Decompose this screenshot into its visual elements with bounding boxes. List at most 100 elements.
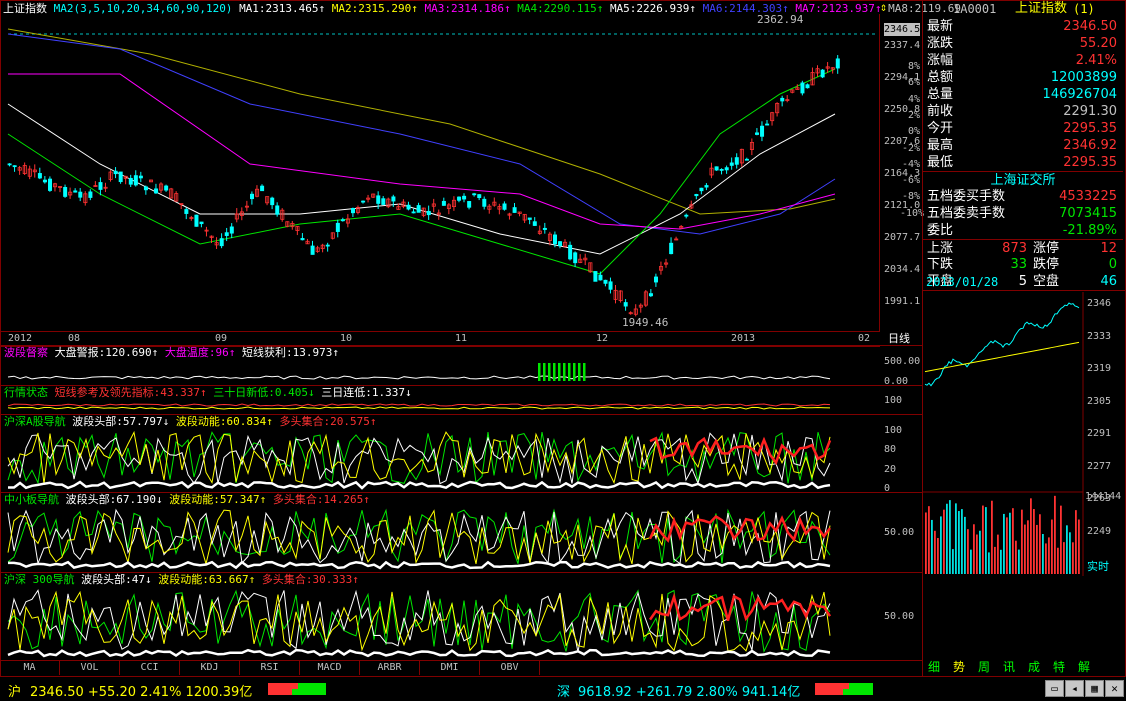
- volume-bar: [1069, 532, 1071, 574]
- candle-body: [820, 69, 825, 78]
- quote-label: 总量: [927, 87, 954, 102]
- date-tick: 11: [455, 333, 468, 344]
- order-row: 委比 -21.89%: [923, 222, 1123, 239]
- volume-bar: [1009, 512, 1011, 574]
- volume-bar: [943, 509, 945, 574]
- volume-bar: [940, 516, 942, 574]
- period-label[interactable]: 日线: [888, 332, 910, 345]
- date-tick: 10: [340, 333, 353, 344]
- realtime-label[interactable]: 实时: [1087, 560, 1109, 573]
- pct-tick: -4%: [901, 158, 920, 170]
- indicator-bottom-series: [7, 480, 831, 490]
- breadth-cell: 33: [1010, 257, 1027, 272]
- indicator-lines: [7, 589, 832, 658]
- date-tick: 12: [596, 333, 609, 344]
- indicator-tab-macd[interactable]: MACD: [300, 661, 360, 675]
- candle-body: [376, 195, 381, 204]
- quote-row: 涨跌 55.20: [923, 35, 1123, 52]
- volume-bar: [970, 549, 972, 574]
- volume-bar: [1066, 525, 1068, 574]
- quote-tab-5[interactable]: 特: [1053, 660, 1065, 675]
- candle-body: [608, 281, 613, 290]
- high-price-mark: 2362.94: [757, 13, 804, 26]
- volume-bar: [1015, 540, 1017, 574]
- pct-tick: -8%: [901, 191, 920, 203]
- quote-name: 上证指数: [1015, 1, 1068, 16]
- candle-body: [542, 227, 547, 230]
- pct-tick: 8%: [907, 61, 920, 72]
- close-icon[interactable]: ✕: [1105, 680, 1124, 697]
- indicator-tab-arbr[interactable]: ARBR: [360, 661, 420, 675]
- candle-body: [426, 210, 431, 216]
- indicator-name: 沪深 300导航: [4, 573, 75, 586]
- candlestick-chart[interactable]: [0, 14, 880, 332]
- date-tick: 2012: [8, 333, 33, 344]
- candle-body: [719, 169, 724, 171]
- volume-bar: [958, 511, 960, 574]
- pct-tick: 0%: [907, 126, 920, 138]
- indicator-tab-ma[interactable]: MA: [0, 661, 60, 675]
- candle-body: [310, 245, 315, 255]
- candle-body: [249, 193, 254, 200]
- indicator-header: 波段督察 大盘警报:120.690↑ 大盘温度:96↑ 短线获利:13.973↑: [4, 346, 339, 359]
- quote-tab-4[interactable]: 成: [1028, 660, 1040, 675]
- price-tick: 1991.1: [884, 296, 921, 307]
- indicator-tab-obv[interactable]: OBV: [480, 661, 540, 675]
- quote-value: 146926704: [1042, 87, 1117, 102]
- date-divider: [923, 290, 1125, 291]
- breadth-cell: 下跌: [927, 257, 954, 272]
- candle-body: [224, 232, 229, 236]
- candle-body: [694, 194, 699, 197]
- ma-line-90: [7, 33, 836, 235]
- quote-label: 最高: [927, 138, 954, 153]
- grid-icon[interactable]: ▦: [1085, 680, 1104, 697]
- indicator-series: [7, 406, 831, 410]
- indicator-tab-cci[interactable]: CCI: [120, 661, 180, 675]
- indicator-tab-dmi[interactable]: DMI: [420, 661, 480, 675]
- quote-tab-0[interactable]: 细: [928, 660, 940, 675]
- volume-bar: [961, 509, 963, 574]
- expand-arrow-icon[interactable]: ⇕: [880, 1, 887, 14]
- signal-bar: [578, 363, 581, 381]
- breadth-row: 上涨 873 涨停 12: [923, 239, 1123, 257]
- candle-body: [714, 166, 719, 171]
- quote-tab-1[interactable]: 势: [953, 660, 965, 675]
- indicator-value-c: 多头集合:30.333↑: [255, 573, 359, 586]
- quote-value: 2295.35: [1063, 121, 1117, 136]
- quote-value: 2346.50: [1063, 19, 1117, 34]
- candle-body: [340, 219, 345, 222]
- quote-value: 2346.92: [1063, 138, 1117, 153]
- quote-tab-3[interactable]: 讯: [1003, 660, 1015, 675]
- indicator-tab-rsi[interactable]: RSI: [240, 661, 300, 675]
- volume-bar: [976, 534, 978, 574]
- indicator-tab-vol[interactable]: VOL: [60, 661, 120, 675]
- volume-bar: [952, 549, 954, 574]
- candle-body: [98, 182, 103, 190]
- quote-value: 2295.35: [1063, 155, 1117, 170]
- volume-bar: [1045, 543, 1047, 574]
- indicator-axis-tick: 80: [884, 444, 897, 456]
- candle-body: [48, 178, 53, 191]
- ma-line-60: [8, 73, 836, 230]
- quote-table: 最新 2346.50 涨跌 55.20 涨幅 2.41% 总额 12003899 总量 14692…: [923, 18, 1125, 289]
- candle-body: [194, 214, 199, 227]
- quote-label: 最新: [927, 19, 954, 34]
- quote-tab-2[interactable]: 周: [978, 660, 990, 675]
- volume-bar: [1021, 509, 1023, 574]
- indicator-header: 沪深A股导航 波段头部:57.797↓ 波段动能:60.834↑ 多头集合:20…: [4, 415, 376, 428]
- indicator-value-b: 三十日新低:0.405↓: [206, 386, 315, 399]
- prev-window-icon[interactable]: ◂: [1065, 680, 1084, 697]
- indicator-tab-kdj[interactable]: KDJ: [180, 661, 240, 675]
- candle-body: [780, 97, 785, 102]
- indicator-value-b: 大盘温度:96↑: [158, 346, 236, 359]
- date-tick: 02: [858, 333, 871, 344]
- candle-body: [133, 175, 138, 186]
- order-value: 7073415: [1059, 206, 1117, 221]
- quote-tab-6[interactable]: 解: [1078, 660, 1090, 675]
- restore-icon[interactable]: ▭: [1045, 680, 1064, 697]
- price-tick: 2337.4: [884, 40, 921, 51]
- candle-body: [744, 158, 749, 161]
- date-tick: 2013: [731, 333, 756, 344]
- candle-body: [704, 185, 709, 188]
- indicator-axis-tick: 100: [884, 394, 903, 406]
